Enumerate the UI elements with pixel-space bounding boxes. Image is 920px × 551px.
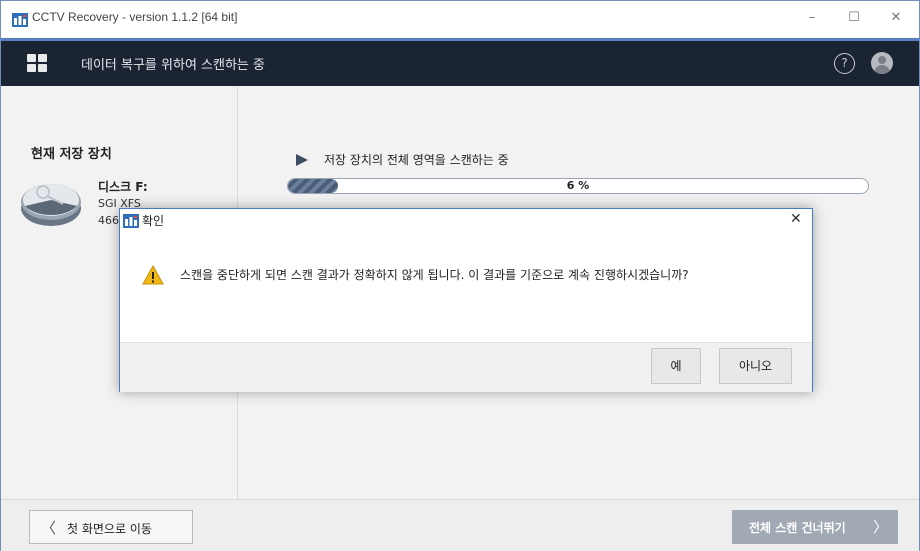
app-header: 데이터 복구를 위하여 스캔하는 중 ? <box>1 38 919 86</box>
back-to-start-label: 첫 화면으로 이동 <box>67 522 152 536</box>
title-bar: CCTV Recovery - version 1.1.2 [64 bit] –… <box>1 1 919 37</box>
help-icon[interactable]: ? <box>834 53 855 74</box>
no-button[interactable]: 아니오 <box>719 348 792 384</box>
chevron-right-icon: 〉 <box>873 518 889 536</box>
dialog-message: 스캔을 중단하게 되면 스캔 결과가 정확하지 않게 됩니다. 이 결과를 기준… <box>180 268 689 282</box>
close-window-button[interactable]: ✕ <box>881 7 911 29</box>
skip-full-scan-label: 전체 스캔 건너뛰기 <box>749 521 846 535</box>
window-title: CCTV Recovery - version 1.1.2 [64 bit] <box>32 10 238 24</box>
confirm-dialog: 확인 ✕ 스캔을 중단하게 되면 스캔 결과가 정확하지 않게 됩니다. 이 결… <box>119 208 813 392</box>
header-title: 데이터 복구를 위하여 스캔하는 중 <box>81 58 265 73</box>
scan-status-label: 저장 장치의 전체 영역을 스캔하는 중 <box>324 153 509 167</box>
play-arrow-icon <box>296 154 308 166</box>
minimize-button[interactable]: – <box>797 7 827 29</box>
back-to-start-button[interactable]: 〈 첫 화면으로 이동 <box>29 510 193 544</box>
scan-progress-bar: 6 % <box>287 178 869 194</box>
disk-drive-icon <box>21 184 81 226</box>
warning-icon <box>142 265 164 285</box>
device-panel-title: 현재 저장 장치 <box>31 147 112 162</box>
user-avatar-icon[interactable] <box>871 52 893 74</box>
app-logo-icon <box>123 214 139 228</box>
app-window: CCTV Recovery - version 1.1.2 [64 bit] –… <box>0 0 920 551</box>
dialog-title: 확인 <box>142 214 165 228</box>
yes-button[interactable]: 예 <box>651 348 701 384</box>
footer-bar: 〈 첫 화면으로 이동 전체 스캔 건너뛰기 〉 <box>1 499 919 551</box>
dialog-button-bar: 예 아니오 <box>120 342 812 392</box>
dialog-close-button[interactable]: ✕ <box>790 211 802 227</box>
skip-full-scan-button[interactable]: 전체 스캔 건너뛰기 〉 <box>732 510 898 544</box>
device-size: 466 <box>98 214 119 227</box>
scan-progress-text: 6 % <box>566 179 590 192</box>
apps-grid-icon[interactable] <box>27 54 47 72</box>
device-name: 디스크 F: <box>98 180 148 194</box>
chevron-left-icon: 〈 <box>41 519 57 537</box>
app-logo-icon <box>12 13 28 27</box>
maximize-button[interactable]: ☐ <box>839 7 869 29</box>
